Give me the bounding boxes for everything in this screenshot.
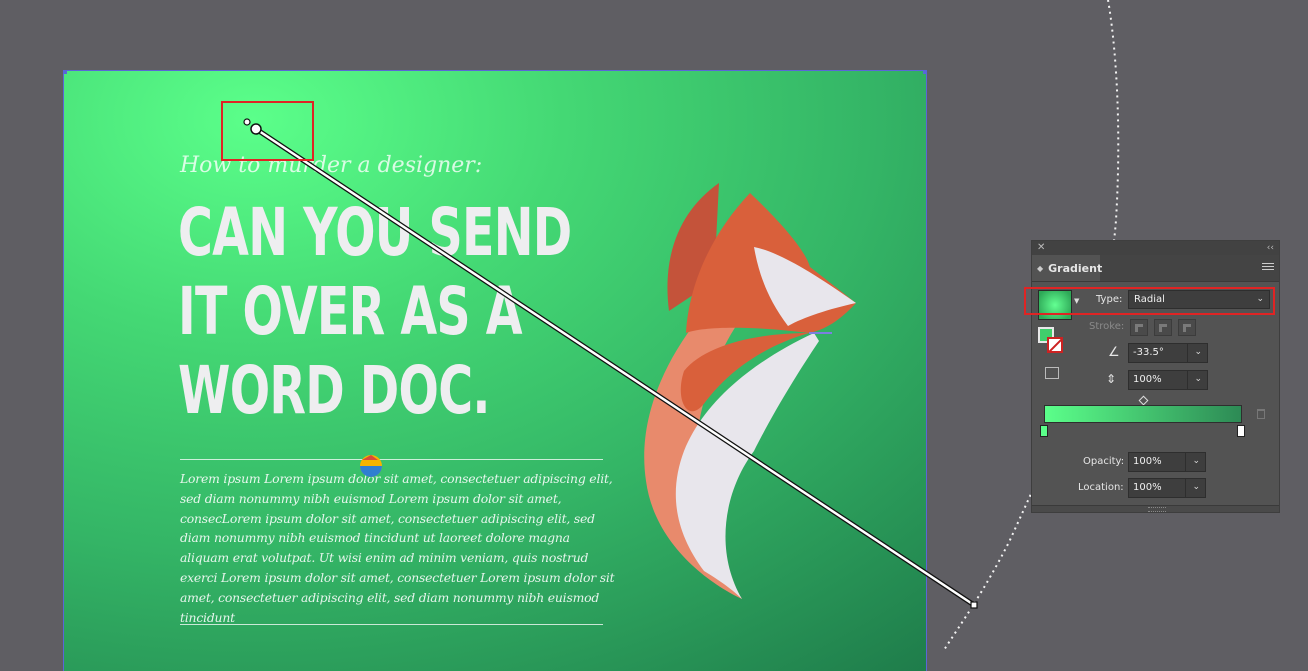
chevron-down-icon[interactable]: ⌄: [1194, 347, 1202, 357]
artboard-handle-top-left[interactable]: [64, 71, 67, 74]
angle-field[interactable]: -33.5° ⌄: [1128, 343, 1208, 363]
double-chevron-left-icon[interactable]: ‹‹: [1267, 242, 1274, 254]
opacity-value[interactable]: 100%: [1133, 456, 1162, 467]
close-icon[interactable]: ✕: [1037, 242, 1045, 254]
angle-icon: ∠: [1108, 345, 1120, 360]
angle-value[interactable]: -33.5°: [1133, 347, 1164, 358]
tab-gradient[interactable]: ◆ Gradient: [1032, 255, 1103, 281]
highlight-box-type: [1024, 287, 1275, 315]
panel-tab-bar: ◆ Gradient: [1032, 255, 1279, 282]
stroke-along-button[interactable]: [1154, 319, 1172, 336]
opacity-field[interactable]: 100% ⌄: [1128, 452, 1206, 472]
artboard[interactable]: How to murder a designer: CAN YOU SEND I…: [64, 71, 926, 671]
chevron-down-icon[interactable]: ⌄: [1194, 374, 1202, 384]
gradient-stop-start[interactable]: [1040, 425, 1048, 437]
chevron-down-icon[interactable]: ⌄: [1192, 456, 1200, 466]
chevron-down-icon[interactable]: ⌄: [1192, 482, 1200, 492]
aspect-ratio-field[interactable]: 100% ⌄: [1128, 370, 1208, 390]
location-value[interactable]: 100%: [1133, 482, 1162, 493]
location-label: Location:: [1078, 482, 1124, 493]
hamburger-menu-icon[interactable]: [1262, 261, 1274, 272]
opacity-label: Opacity:: [1083, 456, 1125, 467]
stroke-within-button[interactable]: [1130, 319, 1148, 336]
stroke-none-swatch-icon[interactable]: [1047, 337, 1063, 353]
highlight-box-origin: [221, 101, 314, 161]
panel-resize-grip[interactable]: [1032, 505, 1279, 512]
aspect-ratio-icon: ⇕: [1106, 372, 1117, 386]
gradient-panel[interactable]: ✕ ‹‹ ◆ Gradient ▼ Type: Radial ⌄ Stroke:…: [1031, 240, 1280, 513]
artboard-handle-top-right[interactable]: [923, 71, 926, 74]
aspect-ratio-value[interactable]: 100%: [1133, 374, 1162, 385]
reverse-gradient-icon[interactable]: [1045, 367, 1059, 379]
panel-header-bar: ✕ ‹‹: [1032, 241, 1279, 255]
panel-title: Gradient: [1048, 261, 1103, 275]
tab-expand-arrows-icon[interactable]: ◆: [1037, 264, 1043, 273]
fox-eye: [765, 275, 783, 293]
trash-icon[interactable]: [1257, 409, 1265, 419]
stroke-label: Stroke:: [1089, 321, 1125, 332]
gradient-stop-end[interactable]: [1237, 425, 1245, 437]
gradient-slider-ramp[interactable]: [1044, 405, 1242, 423]
location-field[interactable]: 100% ⌄: [1128, 478, 1206, 498]
stroke-across-button[interactable]: [1178, 319, 1196, 336]
fox-illustration[interactable]: [64, 71, 926, 671]
gradient-end-handle: [970, 601, 978, 609]
gradient-midpoint-diamond[interactable]: [1138, 395, 1149, 406]
